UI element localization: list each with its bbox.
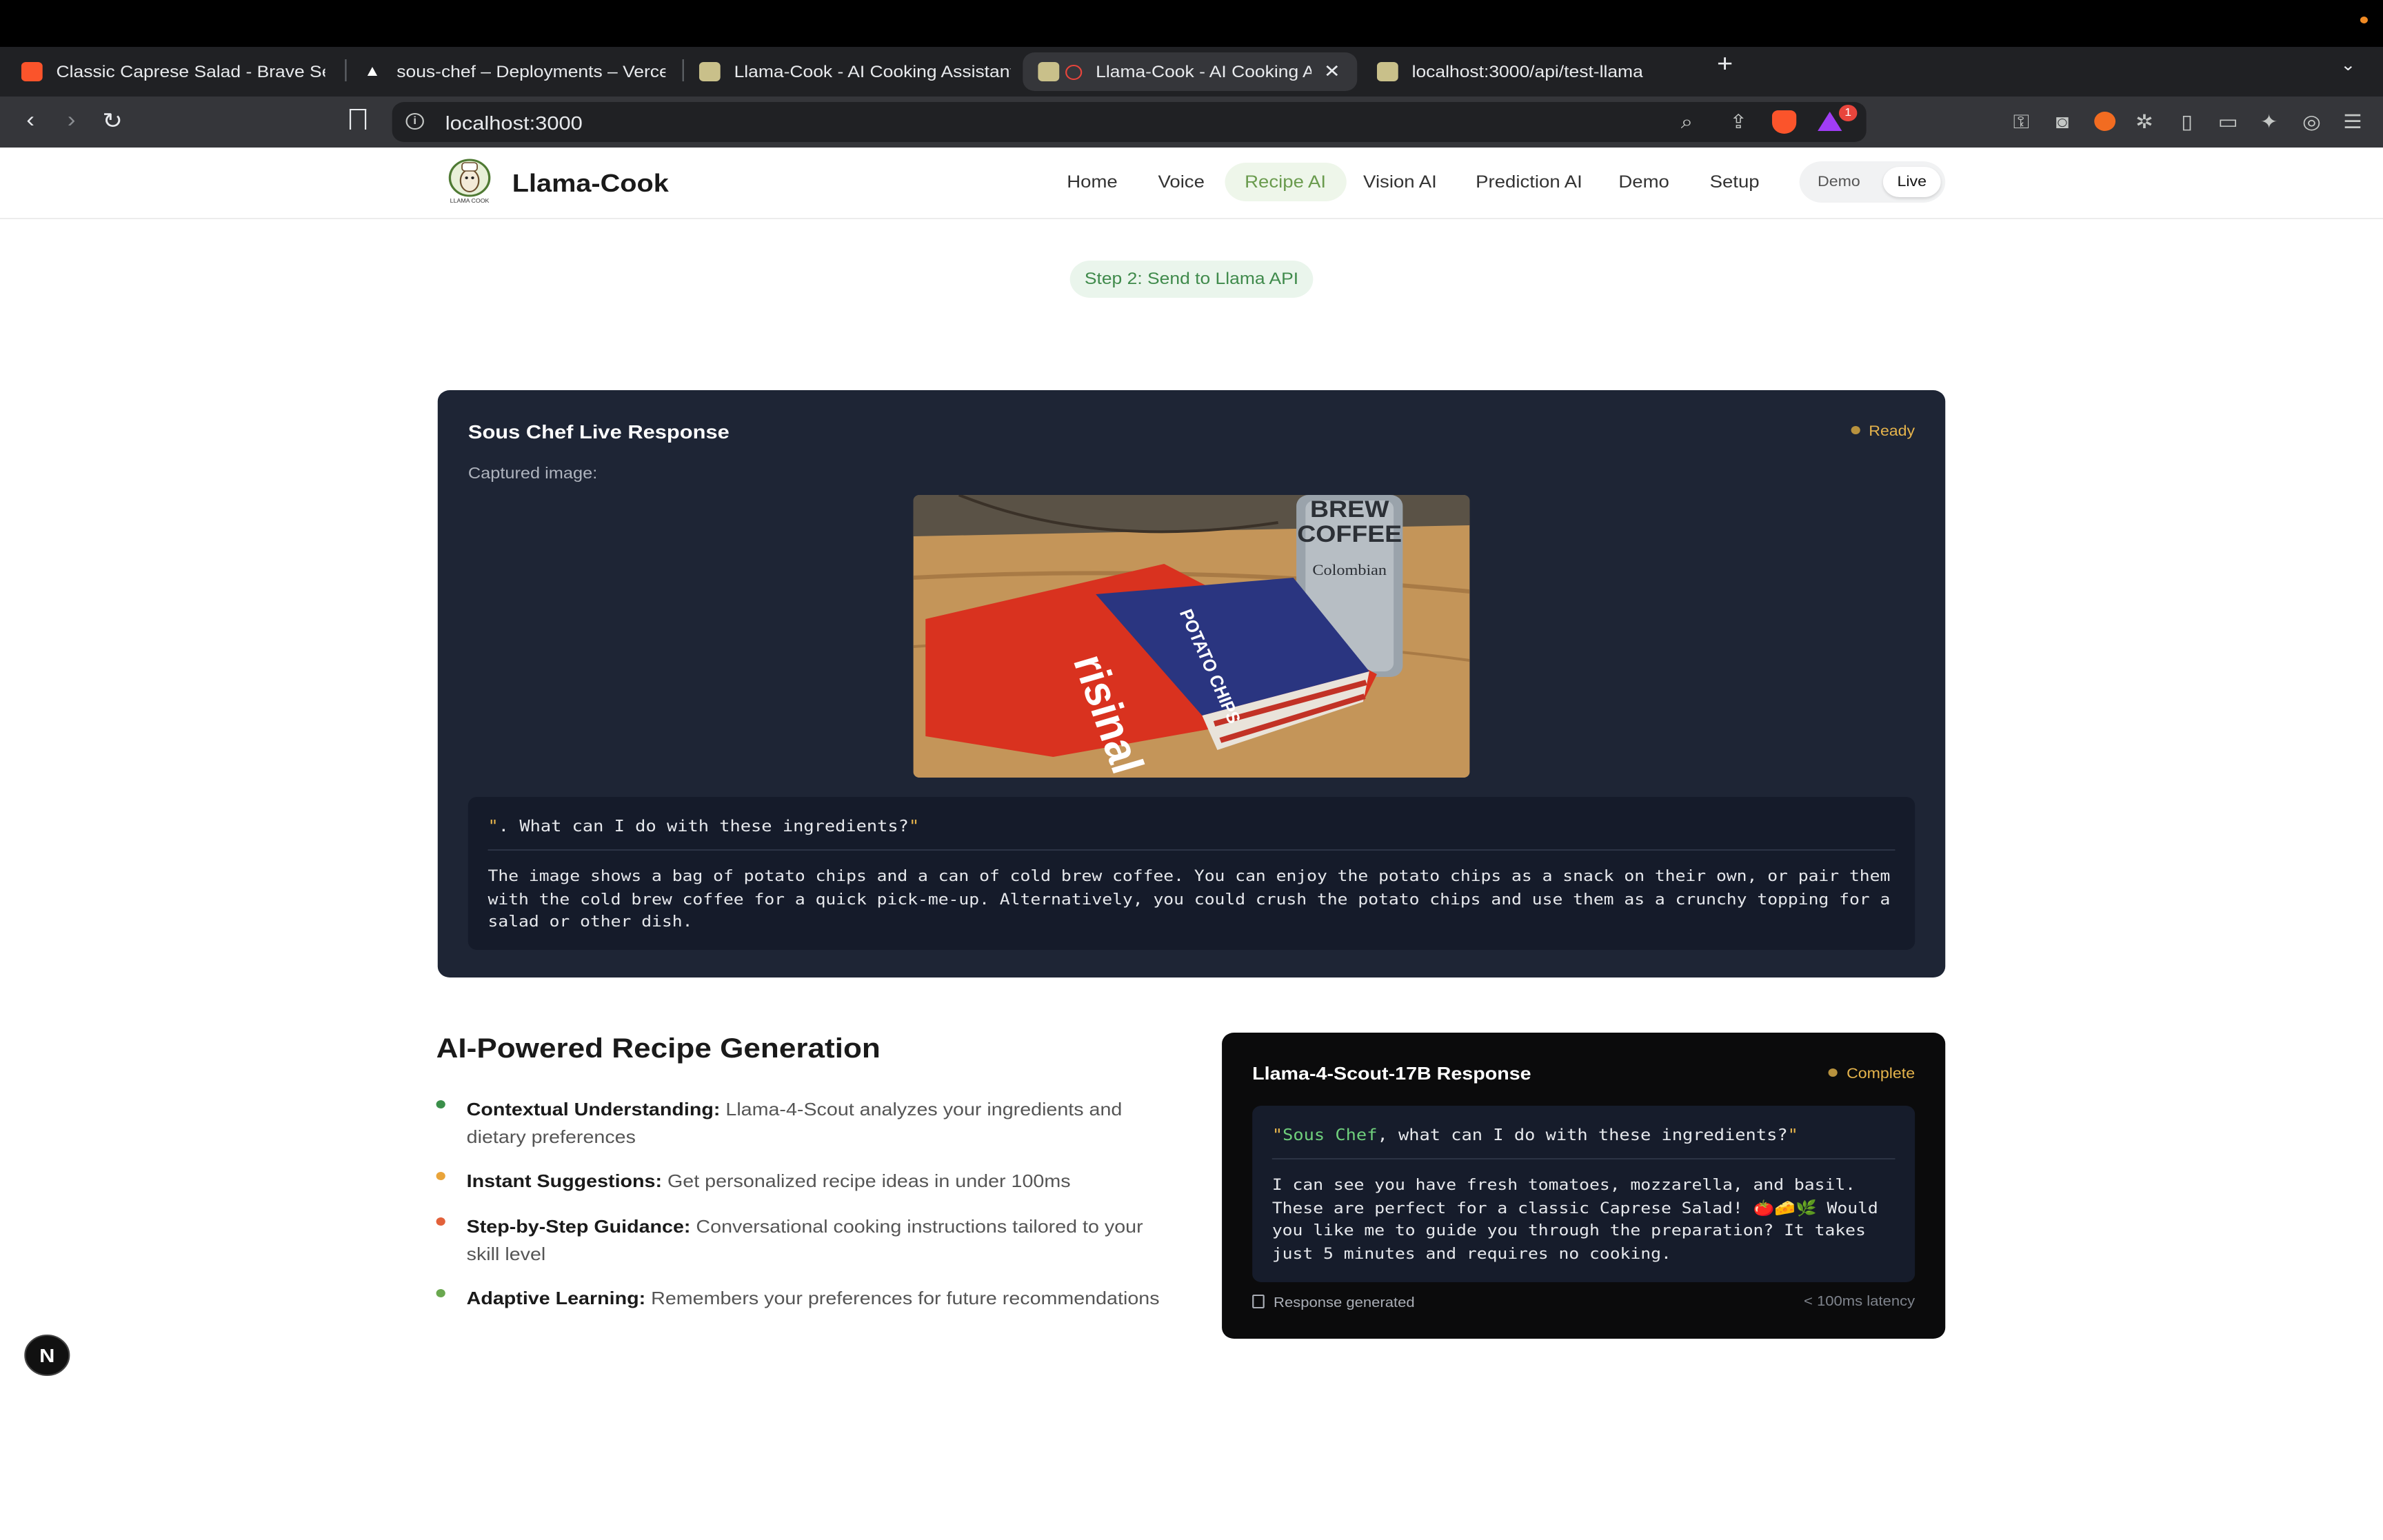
new-tab-plus-icon[interactable]: + xyxy=(1711,50,1739,79)
response-footer: Response generated xyxy=(1252,1295,1415,1311)
screen: Classic Caprese Salad - Brave Sea ▲ sous… xyxy=(0,0,2383,1540)
svg-text:BREW: BREW xyxy=(1310,496,1389,523)
tab-search-chevron-icon[interactable]: ⌄ xyxy=(2340,55,2355,74)
bullet-dot-icon xyxy=(436,1289,445,1297)
nav-setup[interactable]: Setup xyxy=(1710,163,1760,201)
recording-icon xyxy=(1065,64,1083,79)
llama-icon xyxy=(1038,62,1060,81)
status-badge: Ready xyxy=(1850,423,1915,440)
divider xyxy=(1271,1158,1896,1159)
svg-text:COFFEE: COFFEE xyxy=(1297,521,1402,547)
captured-image-label: Captured image: xyxy=(467,466,598,483)
divider xyxy=(487,849,1896,851)
vercel-icon: ▲ xyxy=(363,63,381,80)
reload-icon[interactable]: ↻ xyxy=(94,105,131,138)
captured-image: BREW COFFEE Colombian risinal POTATO CHI… xyxy=(913,495,1470,778)
wallet-icon[interactable]: ▭ xyxy=(2214,109,2242,134)
nav-prediction-ai[interactable]: Prediction AI xyxy=(1476,163,1582,201)
bullet-dot-icon xyxy=(436,1217,445,1226)
tab-divider xyxy=(682,59,684,81)
tab-vercel[interactable]: ▲ sous-chef – Deployments – Vercel xyxy=(362,52,665,91)
vpn-icon[interactable]: ◎ xyxy=(2298,109,2326,134)
mode-toggle: Demo Live xyxy=(1799,161,1946,203)
status-dot-icon xyxy=(1828,1068,1838,1077)
scout-qa-panel: "Sous Chef, what can I do with these ing… xyxy=(1252,1106,1916,1282)
llama-icon xyxy=(698,62,721,81)
live-response-title: Sous Chef Live Response xyxy=(467,421,730,443)
zoom-icon[interactable]: ⌕ xyxy=(1681,110,1693,134)
live-qa-panel: ". What can I do with these ingredients?… xyxy=(467,797,1916,950)
bullet-dot-icon xyxy=(436,1172,445,1180)
browser-toolbar: ‹ › ↻ i localhost:3000 ⌕ ⇪ 1 ⚿ ◙ ✲ ▯ ▭ ✦… xyxy=(0,97,2383,148)
status-dot-icon xyxy=(2360,17,2368,23)
feature-item: Contextual Understanding: Llama-4-Scout … xyxy=(466,1099,1123,1146)
live-question: ". What can I do with these ingredients?… xyxy=(487,816,920,835)
scout-answer: I can see you have fresh tomatoes, mozza… xyxy=(1271,1176,1878,1262)
feature-item: Step-by-Step Guidance: Conversational co… xyxy=(466,1216,1143,1264)
nextjs-dev-badge[interactable]: N xyxy=(24,1335,70,1376)
leo-ai-icon[interactable]: ✦ xyxy=(2255,109,2283,134)
llama-icon xyxy=(1376,62,1398,81)
live-answer: The image shows a bag of potato chips an… xyxy=(487,867,1891,931)
brave-search-icon xyxy=(21,62,43,81)
llama-logo-icon: LLAMA COOK xyxy=(448,159,491,204)
svg-text:LLAMA COOK: LLAMA COOK xyxy=(450,197,490,204)
gift-icon[interactable]: ⚿ xyxy=(2008,109,2035,134)
back-arrow-icon[interactable]: ‹ xyxy=(12,105,49,138)
nav-home[interactable]: Home xyxy=(1067,163,1117,201)
tab-llama-cook[interactable]: Llama-Cook - AI Cooking Assistant xyxy=(698,52,1011,91)
close-tab-icon[interactable]: ✕ xyxy=(1324,61,1340,83)
menu-icon[interactable]: ☰ xyxy=(2339,109,2366,134)
status-badge: Complete xyxy=(1828,1066,1915,1082)
nav-voice[interactable]: Voice xyxy=(1158,163,1205,201)
nav-vision-ai[interactable]: Vision AI xyxy=(1363,163,1437,201)
mode-demo-button[interactable]: Demo xyxy=(1805,167,1872,197)
site-info-icon[interactable]: i xyxy=(405,113,424,130)
scout-response-title: Llama-4-Scout-17B Response xyxy=(1252,1063,1531,1084)
tab-divider xyxy=(345,59,347,81)
nav-demo[interactable]: Demo xyxy=(1618,163,1669,201)
captured-photo-illustration: BREW COFFEE Colombian risinal POTATO CHI… xyxy=(913,495,1470,778)
share-icon[interactable]: ⇪ xyxy=(1729,110,1747,134)
svg-text:Colombian: Colombian xyxy=(1312,562,1387,579)
mode-live-button[interactable]: Live xyxy=(1882,167,1941,197)
forward-arrow-icon[interactable]: › xyxy=(53,105,90,138)
tab-strip: Classic Caprese Salad - Brave Sea ▲ sous… xyxy=(0,47,2383,97)
features-title: AI-Powered Recipe Generation xyxy=(436,1034,881,1064)
app-header: LLAMA COOK Llama-Cook Home Voice Recipe … xyxy=(0,148,2383,219)
feature-item: Instant Suggestions: Get personalized re… xyxy=(466,1171,1071,1191)
scout-question: "Sous Chef, what can I do with these ing… xyxy=(1271,1125,1798,1144)
sidebar-icon[interactable]: ▯ xyxy=(2173,109,2201,134)
live-response-card: Sous Chef Live Response Ready Captured i… xyxy=(437,390,1946,977)
feature-item: Adaptive Learning: Remembers your prefer… xyxy=(466,1288,1160,1308)
scout-response-card: Llama-4-Scout-17B Response Complete "Sou… xyxy=(1222,1033,1946,1339)
extensions-puzzle-icon[interactable]: ✲ xyxy=(2131,109,2158,134)
bookmark-icon[interactable] xyxy=(349,109,367,130)
camera-icon[interactable]: ◙ xyxy=(2049,109,2076,134)
bullet-dot-icon xyxy=(436,1100,445,1108)
tab-brave-search[interactable]: Classic Caprese Salad - Brave Sea xyxy=(21,52,325,91)
latency-label: < 100ms latency xyxy=(1804,1295,1916,1310)
rewards-count-badge: 1 xyxy=(1838,105,1858,121)
document-icon xyxy=(1252,1295,1265,1308)
step-indicator: Step 2: Send to Llama API xyxy=(1069,261,1314,298)
nav-recipe-ai[interactable]: Recipe AI xyxy=(1225,163,1346,201)
url-text[interactable]: localhost:3000 xyxy=(445,112,583,134)
menu-bar xyxy=(0,0,2383,47)
address-bar[interactable]: i localhost:3000 ⌕ ⇪ 1 xyxy=(392,102,1867,142)
brave-rewards-icon[interactable] xyxy=(1818,112,1842,131)
brave-shields-icon[interactable] xyxy=(1771,110,1797,134)
brand-name[interactable]: Llama-Cook xyxy=(512,170,669,199)
status-dot-icon xyxy=(1850,426,1860,434)
tab-test-llama[interactable]: localhost:3000/api/test-llama xyxy=(1376,52,1689,91)
tab-llama-cook-active[interactable]: Llama-Cook - AI Cooking A ✕ xyxy=(1023,52,1358,91)
extension-orange-icon[interactable] xyxy=(2094,112,2116,131)
